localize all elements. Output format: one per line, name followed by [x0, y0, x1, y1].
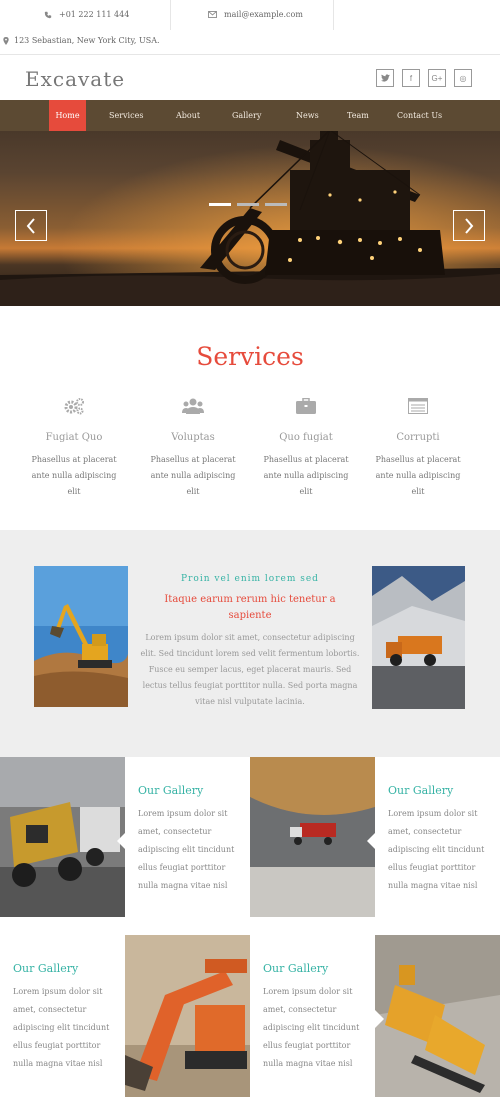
social-links: f G+ ◎ — [376, 69, 472, 87]
divider — [333, 0, 334, 30]
nav-item-contact[interactable]: Contact Us — [397, 100, 442, 131]
slider-prev-button[interactable] — [15, 210, 47, 241]
gallery-text: Lorem ipsum dolor sit amet, consectetur … — [13, 987, 110, 1068]
nav-item-about[interactable]: About — [176, 100, 200, 131]
twitter-link[interactable] — [376, 69, 394, 87]
gallery-caption: Our Gallery Lorem ipsum dolor sit amet, … — [138, 784, 242, 895]
slider-dots — [209, 203, 287, 206]
gallery-title[interactable]: Our Gallery — [388, 784, 492, 797]
gallery-title[interactable]: Our Gallery — [263, 962, 367, 975]
gallery-title[interactable]: Our Gallery — [13, 962, 117, 975]
site-logo[interactable]: Excavate — [25, 67, 125, 91]
divider — [170, 0, 171, 30]
twitter-icon — [380, 74, 390, 82]
gallery-title[interactable]: Our Gallery — [138, 784, 242, 797]
gallery-photo[interactable] — [125, 935, 250, 1097]
phone-icon — [44, 11, 52, 18]
slider-dot[interactable] — [265, 203, 287, 206]
nav-item-services[interactable]: Services — [109, 100, 143, 131]
address-info: 123 Sebastian, New York City, USA. — [3, 36, 160, 45]
service-item: Fugiat Quo Phasellus at placerat ante nu… — [24, 394, 124, 500]
gears-icon — [64, 398, 84, 415]
site-header: Excavate f G+ ◎ — [0, 55, 500, 100]
service-title: Corrupti — [396, 432, 440, 443]
gallery-text: Lorem ipsum dolor sit amet, consectetur … — [138, 809, 235, 890]
top-contact-bar: +01 222 111 444 mail@example.com 123 Seb… — [0, 0, 500, 55]
main-nav: Home Services About Gallery News Team Co… — [0, 100, 500, 131]
envelope-icon — [208, 11, 217, 18]
nav-item-team[interactable]: Team — [347, 100, 369, 131]
about-section: Proin vel enim lorem sed Itaque earum re… — [0, 530, 500, 757]
facebook-link[interactable]: f — [402, 69, 420, 87]
gallery-photo[interactable] — [375, 935, 500, 1097]
service-title: Fugiat Quo — [45, 432, 103, 443]
service-text: Phasellus at placerat ante nulla adipisc… — [263, 455, 349, 496]
gallery-text: Lorem ipsum dolor sit amet, consectetur … — [388, 809, 485, 890]
dribbble-icon: ◎ — [459, 73, 467, 83]
nav-item-home[interactable]: Home — [49, 100, 86, 131]
caption-notch — [250, 1010, 259, 1028]
service-item: Corrupti Phasellus at placerat ante null… — [368, 394, 468, 500]
email-info: mail@example.com — [208, 10, 303, 19]
service-title: Quo fugiat — [279, 432, 333, 443]
about-text: Lorem ipsum dolor sit amet, consectetur … — [140, 633, 360, 706]
chevron-left-icon — [26, 217, 35, 234]
phone-info: +01 222 111 444 — [44, 10, 129, 19]
service-text: Phasellus at placerat ante nulla adipisc… — [31, 455, 117, 496]
service-item: Quo fugiat Phasellus at placerat ante nu… — [256, 394, 356, 500]
caption-notch — [117, 832, 126, 850]
services-section: Services Fugiat Quo Phasellus at placera… — [0, 306, 500, 530]
caption-notch — [367, 832, 376, 850]
google-plus-icon: G+ — [431, 73, 443, 83]
caption-notch — [375, 1010, 384, 1028]
gallery-text: Lorem ipsum dolor sit amet, consectetur … — [263, 987, 360, 1068]
gallery-photo[interactable] — [0, 757, 125, 917]
dump-truck-photo — [372, 566, 465, 709]
nav-item-news[interactable]: News — [296, 100, 319, 131]
address-text: 123 Sebastian, New York City, USA. — [14, 36, 160, 45]
section-title: Services — [196, 342, 304, 371]
phone-number[interactable]: +01 222 111 444 — [59, 10, 129, 19]
facebook-icon: f — [409, 73, 413, 83]
slider-next-button[interactable] — [453, 210, 485, 241]
service-item: Voluptas Phasellus at placerat ante null… — [143, 394, 243, 500]
briefcase-icon — [296, 398, 316, 414]
service-text: Phasellus at placerat ante nulla adipisc… — [150, 455, 236, 496]
dribbble-link[interactable]: ◎ — [454, 69, 472, 87]
service-title: Voluptas — [171, 432, 215, 443]
email-address[interactable]: mail@example.com — [224, 10, 303, 19]
map-marker-icon — [3, 36, 9, 45]
users-icon — [182, 398, 204, 414]
list-icon — [408, 398, 428, 414]
about-title: Itaque earum rerum hic tenetur a sapient… — [164, 594, 336, 621]
gallery-caption: Our Gallery Lorem ipsum dolor sit amet, … — [13, 962, 117, 1073]
excavator-photo — [34, 566, 128, 707]
gallery-caption: Our Gallery Lorem ipsum dolor sit amet, … — [388, 784, 492, 895]
service-text: Phasellus at placerat ante nulla adipisc… — [375, 455, 461, 496]
gallery-caption: Our Gallery Lorem ipsum dolor sit amet, … — [263, 962, 367, 1073]
google-plus-link[interactable]: G+ — [428, 69, 446, 87]
gallery-photo[interactable] — [250, 757, 375, 917]
chevron-right-icon — [465, 217, 474, 234]
nav-item-gallery[interactable]: Gallery — [232, 100, 261, 131]
slider-dot[interactable] — [209, 203, 231, 206]
slider-dot[interactable] — [237, 203, 259, 206]
